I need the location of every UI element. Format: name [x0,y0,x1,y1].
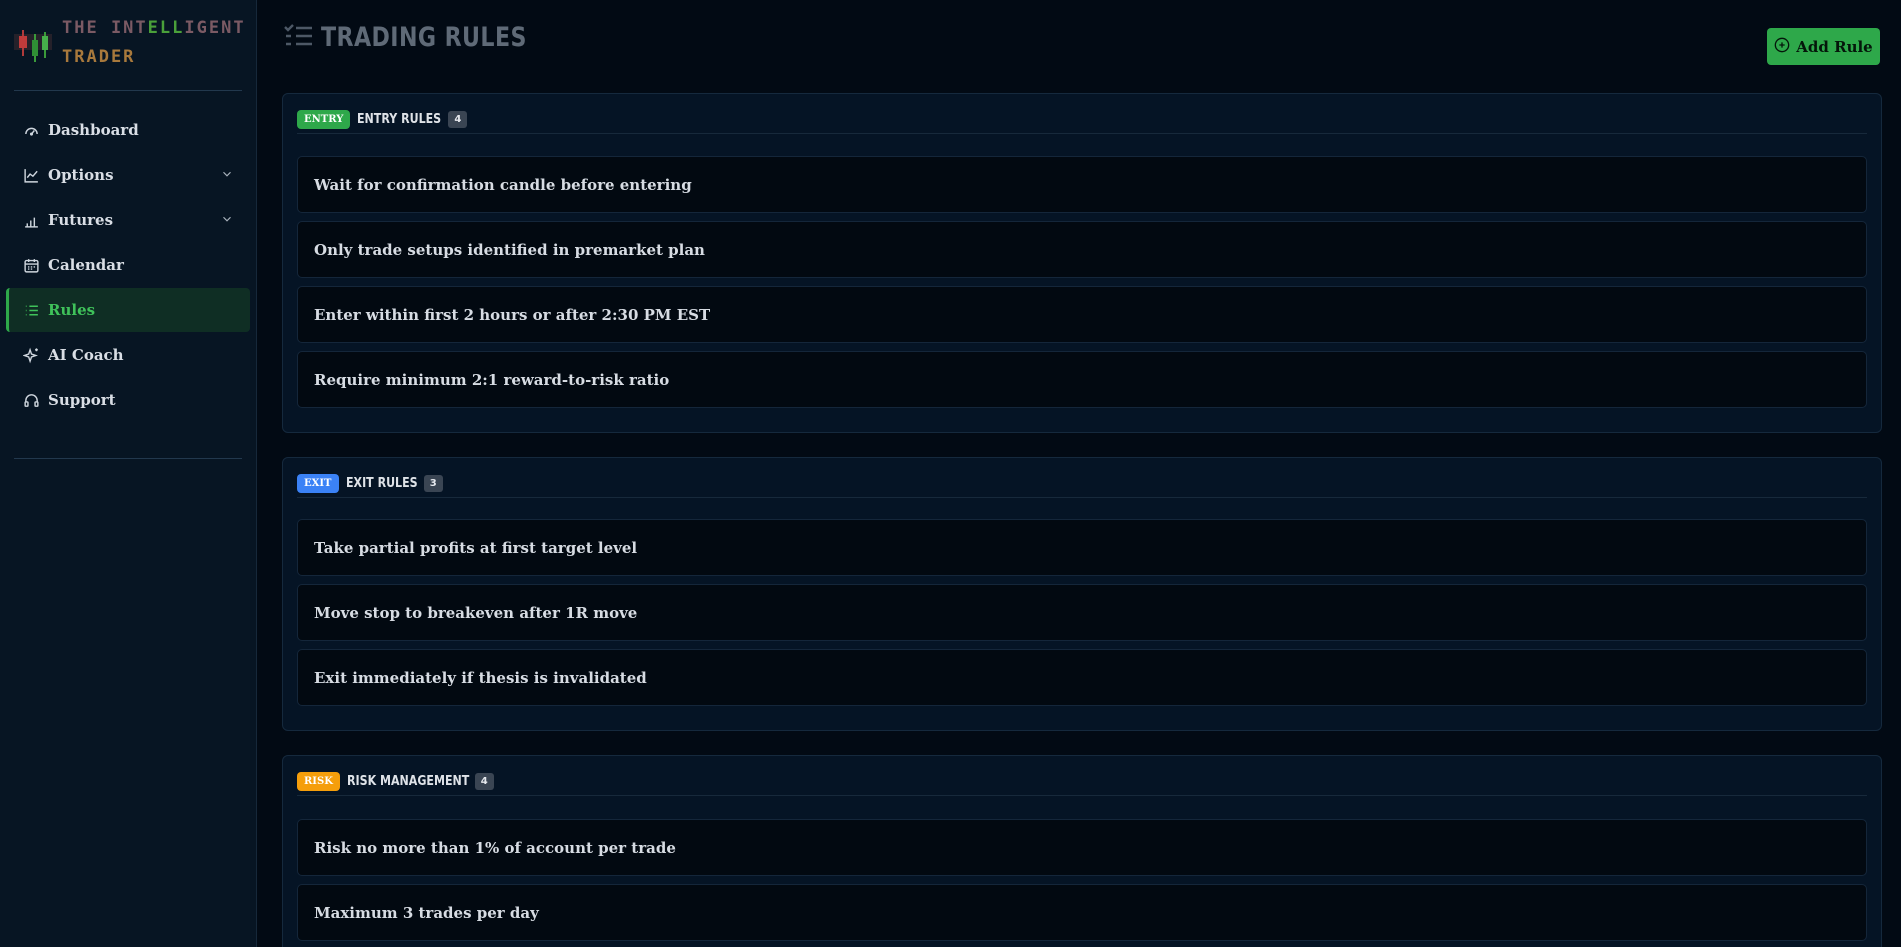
line-chart-icon [22,166,40,184]
sidebar-divider [14,90,242,91]
main-content: TRADING RULES Add Rule ENTRY ENTRY RULES… [257,0,1901,947]
sidebar-item-rules[interactable]: Rules [6,288,250,332]
entry-badge: ENTRY [297,110,351,129]
rule-item[interactable]: Risk no more than 1% of account per trad… [297,819,1867,876]
brand-name-part: IGENT [184,18,246,38]
sparkles-icon [22,346,40,364]
rule-item[interactable]: Require minimum 2:1 reward-to-risk ratio [297,351,1867,408]
sidebar-item-dashboard[interactable]: Dashboard [6,108,250,152]
calendar-icon [22,256,40,274]
section-title: RISK MANAGEMENT [346,774,470,789]
rule-item[interactable]: Exit immediately if thesis is invalidate… [297,649,1867,706]
sidebar-item-label: Rules [48,301,96,319]
sidebar-item-label: Support [48,391,116,409]
chevron-down-icon[interactable] [220,212,234,226]
entry-rules-section: ENTRY ENTRY RULES 4 Wait for confirmatio… [282,93,1882,433]
sidebar-item-calendar[interactable]: Calendar [6,243,250,287]
sidebar-item-options[interactable]: Options [6,153,250,197]
gauge-icon [22,121,40,139]
sidebar: THE INTELLIGENT TRADER Dashboard Options… [0,0,257,947]
rule-item[interactable]: Maximum 3 trades per day [297,884,1867,941]
rule-item[interactable]: Wait for confirmation candle before ente… [297,156,1867,213]
rule-count-badge: 4 [474,773,494,790]
sidebar-item-ai-coach[interactable]: AI Coach [6,333,250,377]
section-header: EXIT EXIT RULES 3 [297,472,1867,498]
brand-name: THE INTELLIGENT TRADER [62,14,246,72]
list-check-icon [283,23,313,53]
sidebar-item-label: Dashboard [48,121,139,139]
section-header: ENTRY ENTRY RULES 4 [297,108,1867,134]
brand-name-line2: TRADER [62,47,136,67]
exit-badge: EXIT [297,474,339,493]
headset-icon [22,391,40,409]
sidebar-item-label: AI Coach [48,346,124,364]
list-icon [22,301,40,319]
risk-management-section: RISK RISK MANAGEMENT 4 Risk no more than… [282,755,1882,947]
rule-item[interactable]: Take partial profits at first target lev… [297,519,1867,576]
sidebar-item-futures[interactable]: Futures [6,198,250,242]
rule-count-badge: 4 [448,111,468,128]
sidebar-nav: Dashboard Options Futures Calendar Rules… [6,108,250,423]
rule-item[interactable]: Only trade setups identified in premarke… [297,221,1867,278]
rule-count-badge: 3 [423,475,443,492]
sidebar-item-label: Calendar [48,256,124,274]
section-title: EXIT RULES [345,476,418,491]
page-title: TRADING RULES [321,22,527,53]
exit-rules-section: EXIT EXIT RULES 3 Take partial profits a… [282,457,1882,731]
sidebar-item-label: Options [48,166,114,184]
sidebar-item-support[interactable]: Support [6,378,250,422]
bar-chart-icon [22,211,40,229]
risk-badge: RISK [297,772,340,791]
candlestick-logo-icon [14,28,52,64]
brand-name-part: THE INT [62,18,148,38]
brand-logo[interactable]: THE INTELLIGENT TRADER [14,14,294,74]
brand-name-part: ELL [147,18,185,38]
sidebar-divider [14,458,242,459]
section-title: ENTRY RULES [357,112,442,127]
sidebar-item-label: Futures [48,211,114,229]
section-header: RISK RISK MANAGEMENT 4 [297,770,1867,796]
page-header: TRADING RULES [283,22,572,53]
add-rule-button[interactable]: Add Rule [1767,28,1880,65]
add-rule-label: Add Rule [1796,37,1873,56]
rule-item[interactable]: Enter within first 2 hours or after 2:30… [297,286,1867,343]
chevron-down-icon[interactable] [220,167,234,181]
rule-item[interactable]: Move stop to breakeven after 1R move [297,584,1867,641]
plus-circle-icon [1774,37,1790,57]
